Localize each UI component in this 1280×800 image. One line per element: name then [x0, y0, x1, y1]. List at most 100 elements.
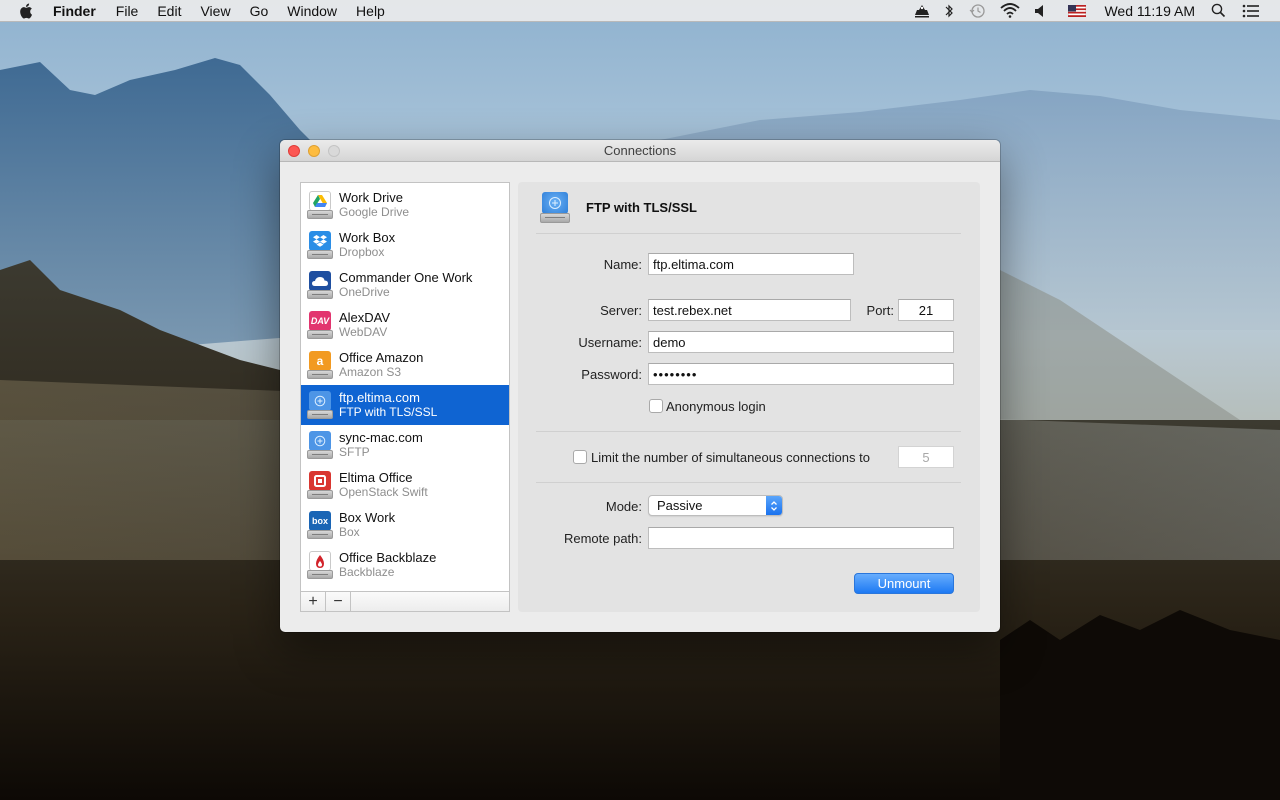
tunnelblick-icon[interactable]	[914, 0, 930, 22]
mode-select[interactable]: Passive	[648, 495, 783, 516]
connections-list-panel: Work Drive Google Drive Work Box Dropbox Com…	[300, 182, 510, 612]
menu-go[interactable]: Go	[250, 0, 269, 22]
connection-type: Dropbox	[339, 245, 385, 259]
connection-text: AlexDAV WebDAV	[339, 311, 390, 340]
minimize-window-button[interactable]	[308, 145, 320, 157]
backblaze-icon	[307, 550, 333, 580]
unmount-button[interactable]: Unmount	[854, 573, 954, 594]
box-icon: box	[307, 510, 333, 540]
connection-text: ftp.eltima.com FTP with TLS/SSL	[339, 390, 438, 420]
connection-type: OpenStack Swift	[339, 485, 428, 499]
menu-edit[interactable]: Edit	[157, 0, 181, 22]
connection-item[interactable]: Office Backblaze Backblaze	[301, 545, 509, 585]
anonymous-login-checkbox[interactable]	[649, 399, 663, 413]
connection-text: Commander One Work OneDrive	[339, 270, 473, 300]
connection-name: ftp.eltima.com	[339, 390, 420, 405]
remove-connection-button[interactable]: −	[326, 592, 351, 611]
openstack-icon	[307, 470, 333, 500]
limit-connections-checkbox[interactable]	[573, 450, 587, 464]
connection-name: Office Backblaze	[339, 550, 437, 565]
connection-name: Box Work	[339, 510, 396, 525]
ftp-icon	[307, 390, 333, 420]
notification-center-icon[interactable]	[1242, 0, 1260, 22]
menu-app-finder[interactable]: Finder	[53, 0, 96, 22]
dropbox-icon	[307, 230, 333, 260]
connection-text: Office Amazon Amazon S3	[339, 350, 424, 380]
volume-icon[interactable]	[1034, 0, 1046, 22]
menu-help[interactable]: Help	[356, 0, 385, 22]
menu-bar: Finder File Edit View Go Window Help Wed…	[0, 0, 1280, 22]
sftp-icon	[307, 430, 333, 460]
port-input[interactable]	[898, 299, 954, 321]
connection-text: Box Work Box	[339, 510, 396, 540]
spotlight-search-icon[interactable]	[1211, 0, 1226, 22]
name-input[interactable]	[648, 253, 854, 275]
time-machine-icon[interactable]	[968, 0, 986, 22]
connection-name: Commander One Work	[339, 270, 473, 285]
menu-view[interactable]: View	[200, 0, 230, 22]
bluetooth-icon[interactable]	[944, 0, 954, 22]
zoom-window-button[interactable]	[328, 145, 340, 157]
connection-type: Amazon S3	[339, 365, 402, 379]
password-label: Password:	[581, 367, 642, 382]
mode-label: Mode:	[605, 499, 642, 514]
close-window-button[interactable]	[288, 145, 300, 157]
port-label: Port:	[866, 303, 894, 318]
connection-name: Eltima Office	[339, 470, 413, 485]
window-titlebar[interactable]: Connections	[280, 140, 1000, 162]
webdav-icon: DAV	[307, 310, 333, 340]
us-flag-input-icon[interactable]	[1068, 0, 1087, 22]
detail-header: FTP with TLS/SSL	[536, 182, 961, 234]
connection-item[interactable]: DAV AlexDAV WebDAV	[301, 305, 509, 345]
name-label: Name:	[603, 257, 642, 272]
connection-text: Office Backblaze Backblaze	[339, 550, 437, 580]
connection-name: sync-mac.com	[339, 430, 423, 445]
menu-file[interactable]: File	[116, 0, 139, 22]
connection-type: Google Drive	[339, 205, 410, 219]
anonymous-login-label[interactable]: Anonymous login	[666, 399, 766, 414]
connection-type: Box	[339, 525, 360, 539]
mode-select-value: Passive	[657, 498, 703, 513]
google-drive-icon	[307, 190, 333, 220]
connection-name: Work Drive	[339, 190, 404, 205]
connection-type: SFTP	[339, 445, 370, 459]
connection-text: Work Box Dropbox	[339, 230, 396, 260]
connection-type: OneDrive	[339, 285, 390, 299]
connection-text: sync-mac.com SFTP	[339, 430, 423, 460]
connection-name: Office Amazon	[339, 350, 424, 365]
connection-item[interactable]: Commander One Work OneDrive	[301, 265, 509, 305]
connection-item[interactable]: Work Box Dropbox	[301, 225, 509, 265]
remote-path-input[interactable]	[648, 527, 954, 549]
connection-text: Work Drive Google Drive	[339, 190, 410, 220]
connection-item[interactable]: Work Drive Google Drive	[301, 185, 509, 225]
apple-menu-icon[interactable]	[19, 3, 39, 19]
max-connections-input[interactable]	[898, 446, 954, 468]
connection-item[interactable]: box Box Work Box	[301, 505, 509, 545]
connection-type: Backblaze	[339, 565, 395, 579]
connection-item[interactable]: Eltima Office OpenStack Swift	[301, 465, 509, 505]
menu-window[interactable]: Window	[287, 0, 337, 22]
add-connection-button[interactable]: +	[301, 592, 326, 611]
connection-name: Work Box	[339, 230, 396, 245]
separator	[536, 431, 961, 432]
username-label: Username:	[578, 335, 642, 350]
server-label: Server:	[600, 303, 642, 318]
select-stepper-icon	[766, 496, 782, 515]
connection-type: FTP with TLS/SSL	[339, 405, 438, 419]
menubar-clock[interactable]: Wed 11:19 AM	[1104, 3, 1195, 19]
limit-connections-label[interactable]: Limit the number of simultaneous connect…	[591, 450, 870, 465]
connection-detail-panel: FTP with TLS/SSL Name: Server: Port: Use…	[518, 182, 980, 612]
connection-item[interactable]: a Office Amazon Amazon S3	[301, 345, 509, 385]
wifi-icon[interactable]	[1000, 0, 1021, 22]
connection-item[interactable]: ftp.eltima.com FTP with TLS/SSL	[301, 385, 509, 425]
separator	[536, 482, 961, 483]
connection-item[interactable]: sync-mac.com SFTP	[301, 425, 509, 465]
onedrive-icon	[307, 270, 333, 300]
connection-text: Eltima Office OpenStack Swift	[339, 470, 428, 500]
connections-window: Connections Work Drive Google Drive Work B…	[280, 140, 1000, 632]
remote-path-label: Remote path:	[563, 531, 642, 546]
username-input[interactable]	[648, 331, 954, 353]
window-title: Connections	[603, 143, 677, 158]
password-input[interactable]	[648, 363, 954, 385]
connections-list: Work Drive Google Drive Work Box Dropbox Com…	[301, 183, 509, 591]
